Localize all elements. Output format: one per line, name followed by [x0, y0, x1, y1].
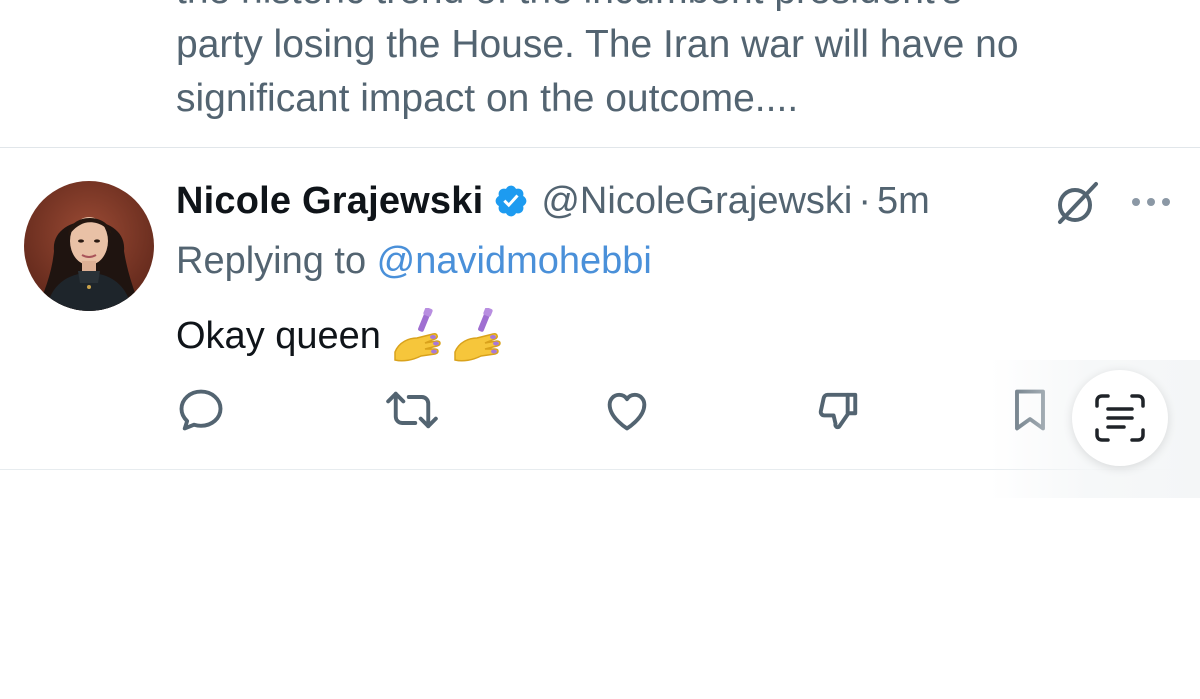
dislike-icon[interactable]	[813, 384, 865, 436]
nail-polish-emoji	[451, 307, 503, 364]
tweet-text: Okay queen	[176, 314, 381, 357]
grok-icon[interactable]	[1052, 180, 1102, 226]
avatar-image	[24, 181, 154, 311]
previous-tweet-line: the historic trend of the incumbent pres…	[176, 0, 962, 12]
reply-icon[interactable]	[175, 384, 227, 436]
previous-tweet[interactable]: the historic trend of the incumbent pres…	[0, 0, 1200, 147]
nail-polish-emoji	[391, 307, 443, 364]
more-options-icon[interactable]	[1128, 191, 1174, 213]
tweet-header: Nicole Grajewski @NicoleGrajewski · 5m	[176, 176, 930, 226]
display-name[interactable]: Nicole Grajewski	[176, 180, 483, 223]
text-scan-icon	[1095, 394, 1145, 442]
separator-dot: ·	[858, 179, 871, 222]
replying-to-label: Replying to	[176, 240, 377, 282]
verified-badge-icon[interactable]	[493, 183, 529, 219]
timestamp[interactable]: 5m	[877, 180, 930, 223]
replying-to: Replying to @navidmohebbi	[176, 240, 652, 283]
previous-tweet-text: the historic trend of the incumbent pres…	[176, 0, 1156, 126]
user-handle[interactable]: @NicoleGrajewski	[541, 180, 852, 223]
like-icon[interactable]	[601, 384, 653, 436]
previous-tweet-line: significant impact on the outcome....	[176, 77, 799, 120]
mention-link[interactable]: @navidmohebbi	[377, 240, 652, 282]
text-scan-button[interactable]	[1072, 370, 1168, 466]
previous-tweet-line: party losing the House. The Iran war wil…	[176, 23, 1019, 66]
avatar[interactable]	[24, 181, 154, 311]
tweet-divider	[0, 147, 1200, 148]
retweet-icon[interactable]	[386, 384, 438, 436]
tweet-body: Okay queen	[176, 307, 503, 364]
